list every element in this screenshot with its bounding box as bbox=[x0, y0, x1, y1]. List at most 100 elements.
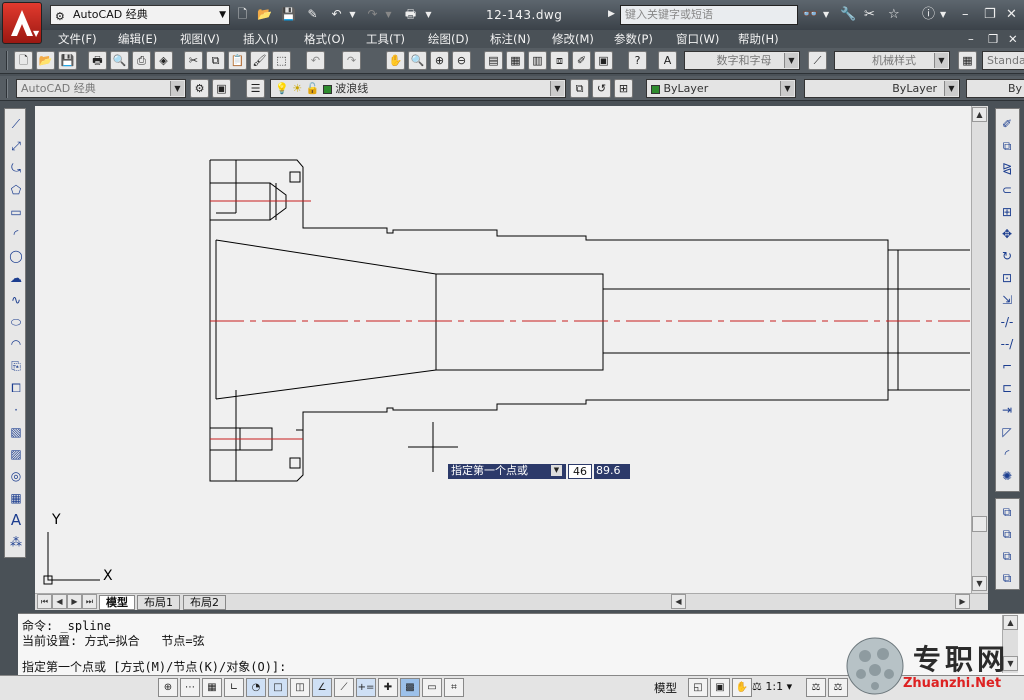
undo-icon[interactable]: ↶ bbox=[306, 51, 325, 70]
construction-line-icon[interactable]: ⤢ bbox=[7, 137, 25, 155]
rectangle-icon[interactable]: ▭ bbox=[7, 203, 25, 221]
send-under-icon[interactable]: ⧉ bbox=[998, 569, 1016, 587]
block-editor-icon[interactable]: ⬚ bbox=[272, 51, 291, 70]
zoom-window-icon[interactable]: ⊕ bbox=[430, 51, 449, 70]
break-icon[interactable]: ⊏ bbox=[998, 379, 1016, 397]
insert-block-icon[interactable]: ⎘ bbox=[7, 357, 25, 375]
selection-cycling-icon[interactable]: ⌗ bbox=[444, 678, 464, 697]
lineweight-dropdown[interactable]: By bbox=[966, 79, 1024, 98]
make-block-icon[interactable]: ⧠ bbox=[7, 379, 25, 397]
make-layer-current-icon[interactable]: ⧉ bbox=[570, 79, 589, 98]
new-file-icon[interactable]: 🗋 bbox=[234, 6, 251, 23]
copy-object-icon[interactable]: ⧉ bbox=[998, 137, 1016, 155]
new-icon[interactable]: 🗋 bbox=[14, 51, 33, 70]
table-style-dropdown[interactable]: Standa bbox=[982, 51, 1024, 70]
help-icon[interactable]: ? bbox=[628, 51, 647, 70]
extend-icon[interactable]: --/ bbox=[998, 335, 1016, 353]
publish-icon[interactable]: ⎙ bbox=[132, 51, 151, 70]
vertical-scrollbar[interactable]: ▲ ▼ bbox=[971, 106, 988, 593]
save-icon[interactable]: 💾 bbox=[58, 51, 77, 70]
plot-icon[interactable]: 🖶 bbox=[402, 6, 419, 23]
properties-icon[interactable]: ▤ bbox=[484, 51, 503, 70]
open-folder-icon[interactable]: 📂 bbox=[256, 6, 273, 23]
search-expand-icon[interactable]: ▶ bbox=[603, 6, 620, 23]
spline-icon[interactable]: ∿ bbox=[7, 291, 25, 309]
menu-format[interactable]: 格式(O) bbox=[304, 30, 345, 48]
array-icon[interactable]: ⊞ bbox=[998, 203, 1016, 221]
workspace-toolbar-dropdown[interactable]: AutoCAD 经典 ▼ bbox=[16, 79, 186, 98]
color-dropdown[interactable]: ByLayer ▼ bbox=[646, 79, 796, 98]
gradient-icon[interactable]: ▨ bbox=[7, 445, 25, 463]
redo-icon[interactable]: ↷ bbox=[364, 6, 381, 23]
break-at-point-icon[interactable]: ⌐ bbox=[998, 357, 1016, 375]
scale-icon[interactable]: ⊡ bbox=[998, 269, 1016, 287]
scroll-right-icon[interactable]: ▶ bbox=[955, 594, 970, 609]
save-icon[interactable]: 💾 bbox=[280, 6, 297, 23]
point-icon[interactable]: · bbox=[7, 401, 25, 419]
plot-icon[interactable]: 🖶 bbox=[88, 51, 107, 70]
cut-icon[interactable]: ✂ bbox=[184, 51, 203, 70]
workspace-dropdown[interactable]: ⚙ AutoCAD 经典 ▼ bbox=[50, 5, 230, 25]
ortho-mode-icon[interactable]: ∟ bbox=[224, 678, 244, 697]
join-icon[interactable]: ⇥ bbox=[998, 401, 1016, 419]
tab-layout2[interactable]: 布局2 bbox=[183, 595, 226, 610]
scroll-up-icon[interactable]: ▲ bbox=[1003, 615, 1018, 630]
add-selected-icon[interactable]: ⁂ bbox=[7, 533, 25, 551]
favorites-star-icon[interactable]: ☆ bbox=[888, 6, 900, 23]
transparency-icon[interactable]: ▩ bbox=[400, 678, 420, 697]
workspace-save-icon[interactable]: ▣ bbox=[212, 79, 231, 98]
redo-icon[interactable]: ↷ bbox=[342, 51, 361, 70]
dynamic-input-y-field[interactable]: 89.6 bbox=[594, 464, 630, 479]
plot-preview-icon[interactable]: 🔍 bbox=[110, 51, 129, 70]
command-input[interactable]: 指定第一个点或 [方式(M)/节点(K)/对象(O)]: bbox=[22, 658, 286, 675]
pan-hand-icon[interactable]: ✋ bbox=[386, 51, 405, 70]
menu-tools[interactable]: 工具(T) bbox=[366, 30, 405, 48]
doc-restore-icon[interactable]: ❐ bbox=[988, 30, 998, 48]
send-to-back-icon[interactable]: ⧉ bbox=[998, 525, 1016, 543]
pan-icon[interactable]: ✋ bbox=[732, 678, 752, 697]
tool-palettes-icon[interactable]: ▥ bbox=[528, 51, 547, 70]
doc-close-icon[interactable]: ✕ bbox=[1008, 30, 1018, 48]
dynamic-input-x-field[interactable]: 46 bbox=[568, 464, 592, 479]
polygon-icon[interactable]: ⬠ bbox=[7, 181, 25, 199]
communication-center-icon[interactable]: ✂ bbox=[864, 6, 875, 23]
multiline-text-icon[interactable]: A bbox=[7, 511, 25, 529]
redo-dropdown-icon[interactable]: ▼ bbox=[380, 6, 397, 23]
zoom-previous-icon[interactable]: ⊖ bbox=[452, 51, 471, 70]
mirror-icon[interactable]: ⧎ bbox=[998, 159, 1016, 177]
object-snap-icon[interactable]: □ bbox=[268, 678, 288, 697]
vertical-scroll-thumb[interactable] bbox=[972, 516, 987, 532]
fillet-icon[interactable]: ◜ bbox=[998, 445, 1016, 463]
design-center-icon[interactable]: ▦ bbox=[506, 51, 525, 70]
circle-icon[interactable]: ◯ bbox=[7, 247, 25, 265]
region-icon[interactable]: ◎ bbox=[7, 467, 25, 485]
text-style-dropdown[interactable]: 数字和字母 ▼ bbox=[684, 51, 800, 70]
menu-parametric[interactable]: 参数(P) bbox=[614, 30, 653, 48]
scroll-up-icon[interactable]: ▲ bbox=[972, 107, 987, 122]
3d-dwf-icon[interactable]: ◈ bbox=[154, 51, 173, 70]
tab-model[interactable]: 模型 bbox=[99, 595, 135, 610]
ellipse-icon[interactable]: ⬭ bbox=[7, 313, 25, 331]
undo-dropdown-icon[interactable]: ▼ bbox=[344, 6, 361, 23]
close-window-icon[interactable]: ✕ bbox=[1006, 6, 1017, 23]
menu-draw[interactable]: 绘图(D) bbox=[428, 30, 469, 48]
menu-window[interactable]: 窗口(W) bbox=[676, 30, 719, 48]
arc-icon[interactable]: ◜ bbox=[7, 225, 25, 243]
menu-view[interactable]: 视图(V) bbox=[180, 30, 220, 48]
snap-mode-icon[interactable]: ⋯ bbox=[180, 678, 200, 697]
sheet-set-icon[interactable]: ⧈ bbox=[550, 51, 569, 70]
menu-help[interactable]: 帮助(H) bbox=[738, 30, 779, 48]
dim-style-icon[interactable]: ⟋ bbox=[808, 51, 827, 70]
zoom-realtime-icon[interactable]: 🔍 bbox=[408, 51, 427, 70]
tab-layout1[interactable]: 布局1 bbox=[137, 595, 180, 610]
move-icon[interactable]: ✥ bbox=[998, 225, 1016, 243]
stretch-icon[interactable]: ⇲ bbox=[998, 291, 1016, 309]
quick-access-dropdown-icon[interactable]: ▼ bbox=[420, 6, 437, 23]
annotation-visibility-icon[interactable]: ⚖ bbox=[806, 678, 826, 697]
layer-manager-icon[interactable]: ☰ bbox=[246, 79, 265, 98]
help-icon[interactable]: ⓘ bbox=[922, 6, 935, 23]
quick-view-drawings-icon[interactable]: ▣ bbox=[710, 678, 730, 697]
polar-tracking-icon[interactable]: ◔ bbox=[246, 678, 266, 697]
model-space-label[interactable]: 模型 bbox=[654, 680, 677, 696]
layer-previous-icon[interactable]: ↺ bbox=[592, 79, 611, 98]
